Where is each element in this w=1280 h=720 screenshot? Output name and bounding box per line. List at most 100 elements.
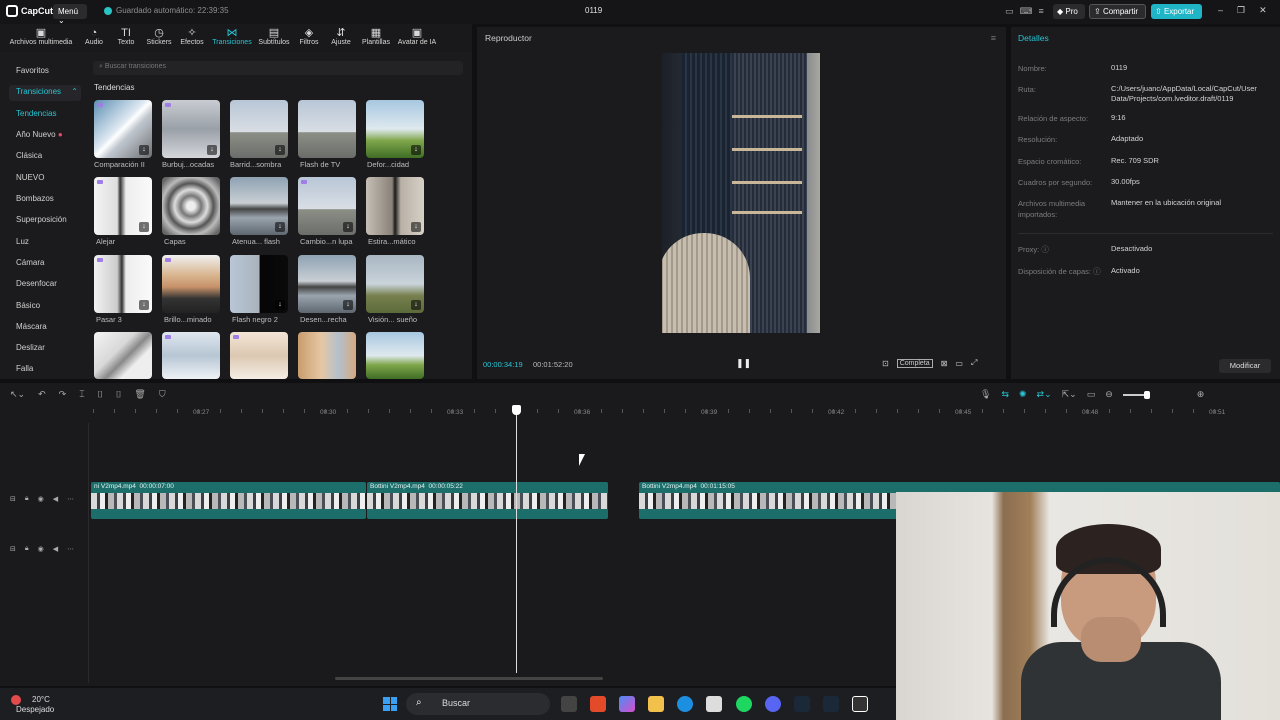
tool-filters[interactable]: ◈ Filtros (297, 27, 321, 46)
video-clip[interactable]: ni V2mp4.mp4 00:00:07:00 (91, 482, 366, 519)
video-clip[interactable]: Bottini V2mp4.mp4 00:00:05:22 (367, 482, 608, 519)
more-icon[interactable]: ⋯ (67, 495, 74, 503)
timeline-scrollbar[interactable] (335, 677, 603, 680)
transition-thumb[interactable]: ↓ (298, 255, 356, 313)
tool-templates[interactable]: ▦ Plantillas (359, 27, 393, 46)
transition-thumb[interactable]: ↓ (366, 100, 424, 158)
tool-ai-avatar[interactable]: ▣ Avatar de IA (396, 27, 438, 46)
zoom-out-icon[interactable]: ⊖ (1105, 389, 1113, 400)
transition-thumb[interactable] (366, 332, 424, 379)
tool-effects[interactable]: ✧ Efectos (178, 27, 206, 46)
crop-icon[interactable]: ⊡ (882, 359, 889, 368)
taskbar-search[interactable]: ⌕ Buscar (406, 693, 550, 715)
lock-icon[interactable]: 🔒︎ (25, 495, 29, 503)
detail-value[interactable]: Desactivado (1111, 244, 1276, 254)
microphone-icon[interactable]: 🎙 (980, 389, 991, 400)
detail-value[interactable]: Mantener en la ubicación original (1111, 198, 1276, 208)
sidebar-item-new[interactable]: NUEVO (16, 173, 44, 182)
playhead[interactable] (516, 405, 517, 673)
discord-icon[interactable] (765, 696, 781, 712)
tool-transitions[interactable]: ⋈ Transiciones (210, 27, 254, 46)
speaker-icon[interactable]: ◀ (53, 545, 58, 553)
sidebar-item-basic[interactable]: Básico (16, 301, 40, 310)
store-icon[interactable] (706, 696, 722, 712)
transition-thumb[interactable]: ↓ (366, 177, 424, 235)
sidebar-item-mask[interactable]: Máscara (16, 322, 47, 331)
transition-thumb[interactable]: ↓ (94, 100, 152, 158)
transition-thumb[interactable]: ↓ (230, 255, 288, 313)
download-icon[interactable]: ↓ (275, 300, 285, 310)
sidebar-item-blur[interactable]: Desenfocar (16, 279, 57, 288)
capcut-taskbar-icon[interactable] (852, 696, 868, 712)
tool-media[interactable]: ▣ Archivos multimedia (8, 27, 74, 46)
video-preview[interactable] (662, 53, 820, 333)
menu-lines-icon[interactable]: ≡ (1039, 6, 1044, 17)
download-icon[interactable]: ↓ (139, 300, 149, 310)
tool-adjust[interactable]: ⇵ Ajuste (328, 27, 354, 46)
download-icon[interactable]: ↓ (275, 145, 285, 155)
sidebar-item-slide[interactable]: Deslizar (16, 343, 45, 352)
transition-thumb[interactable]: ↓ (162, 100, 220, 158)
tool-text[interactable]: TI Texto (113, 27, 139, 46)
shield-icon[interactable]: ⛉ (159, 389, 166, 400)
transition-thumb[interactable]: ↓ (366, 255, 424, 313)
snap-icon[interactable]: ⇄⌄ (1037, 389, 1052, 400)
download-icon[interactable]: ↓ (411, 145, 421, 155)
speaker-icon[interactable]: ◀ (53, 495, 58, 503)
magnet-icon[interactable]: ✺ (1019, 389, 1027, 400)
track-select-icon[interactable]: ⊟ (10, 545, 16, 553)
steam-alt-icon[interactable] (823, 696, 839, 712)
transition-thumb[interactable] (162, 255, 220, 313)
menu-button[interactable]: Menú ⌄ (53, 4, 87, 25)
file-explorer-icon[interactable] (648, 696, 664, 712)
sidebar-item-glitch[interactable]: Falla (16, 364, 33, 373)
task-view-icon[interactable] (561, 696, 577, 712)
select-tool-icon[interactable]: ↖⌄ (10, 389, 25, 400)
detail-value[interactable]: Activado (1111, 266, 1276, 276)
spotify-icon[interactable] (736, 696, 752, 712)
edge-icon[interactable] (677, 696, 693, 712)
transition-thumb[interactable] (230, 332, 288, 379)
lock-icon[interactable]: 🔒︎ (25, 545, 29, 553)
info-icon[interactable]: ⓘ (1093, 267, 1101, 276)
copilot-icon[interactable] (619, 696, 635, 712)
download-icon[interactable]: ↓ (343, 222, 353, 232)
sidebar-item-overlay[interactable]: Superposición (16, 215, 67, 224)
transition-thumb[interactable] (298, 100, 356, 158)
eye-icon[interactable]: ◉ (38, 545, 44, 553)
quality-button[interactable]: Completa (896, 358, 933, 368)
share-button[interactable]: ⇪ Compartir (1089, 4, 1146, 19)
windows-start-icon[interactable] (383, 697, 397, 711)
ratio-icon[interactable]: ▭ (955, 359, 963, 368)
track-select-icon[interactable]: ⊟ (10, 495, 16, 503)
download-icon[interactable]: ↓ (139, 145, 149, 155)
tool-audio[interactable]: ◔ Audio (80, 27, 108, 46)
transition-thumb[interactable] (298, 332, 356, 379)
sidebar-item-light[interactable]: Luz (16, 237, 29, 246)
pro-button[interactable]: ◆ Pro (1053, 4, 1085, 19)
transition-thumb[interactable] (162, 177, 220, 235)
download-icon[interactable]: ↓ (207, 145, 217, 155)
subtitle-track-icon[interactable]: ▭ (1087, 389, 1096, 400)
split-icon[interactable]: ⌶ (79, 389, 84, 400)
delete-icon[interactable]: 🗑 (134, 389, 145, 400)
maximize-icon[interactable]: ❐ (1237, 5, 1245, 16)
close-icon[interactable]: ✕ (1259, 5, 1267, 16)
download-icon[interactable]: ↓ (343, 300, 353, 310)
sidebar-item-transitions[interactable]: Transiciones ⌃ (16, 87, 78, 96)
brave-icon[interactable] (590, 696, 606, 712)
sidebar-item-camera[interactable]: Cámara (16, 258, 44, 267)
transition-thumb[interactable]: ↓ (230, 177, 288, 235)
transition-thumb[interactable]: ↓ (298, 177, 356, 235)
layout-icon[interactable]: ▭ (1005, 6, 1014, 17)
download-icon[interactable]: ↓ (275, 222, 285, 232)
playhead-handle[interactable] (512, 405, 521, 415)
info-icon[interactable]: ⓘ (1041, 245, 1049, 254)
transition-thumb[interactable] (162, 332, 220, 379)
transition-thumb[interactable]: ↓ (230, 100, 288, 158)
transition-thumb[interactable]: ↓ (94, 255, 152, 313)
shortcut-icon[interactable]: ⌨ (1020, 6, 1033, 17)
fit-icon[interactable]: ⊠ (941, 359, 948, 368)
zoom-slider-handle[interactable] (1143, 390, 1150, 399)
tool-stickers[interactable]: ◷ Stickers (144, 27, 174, 46)
